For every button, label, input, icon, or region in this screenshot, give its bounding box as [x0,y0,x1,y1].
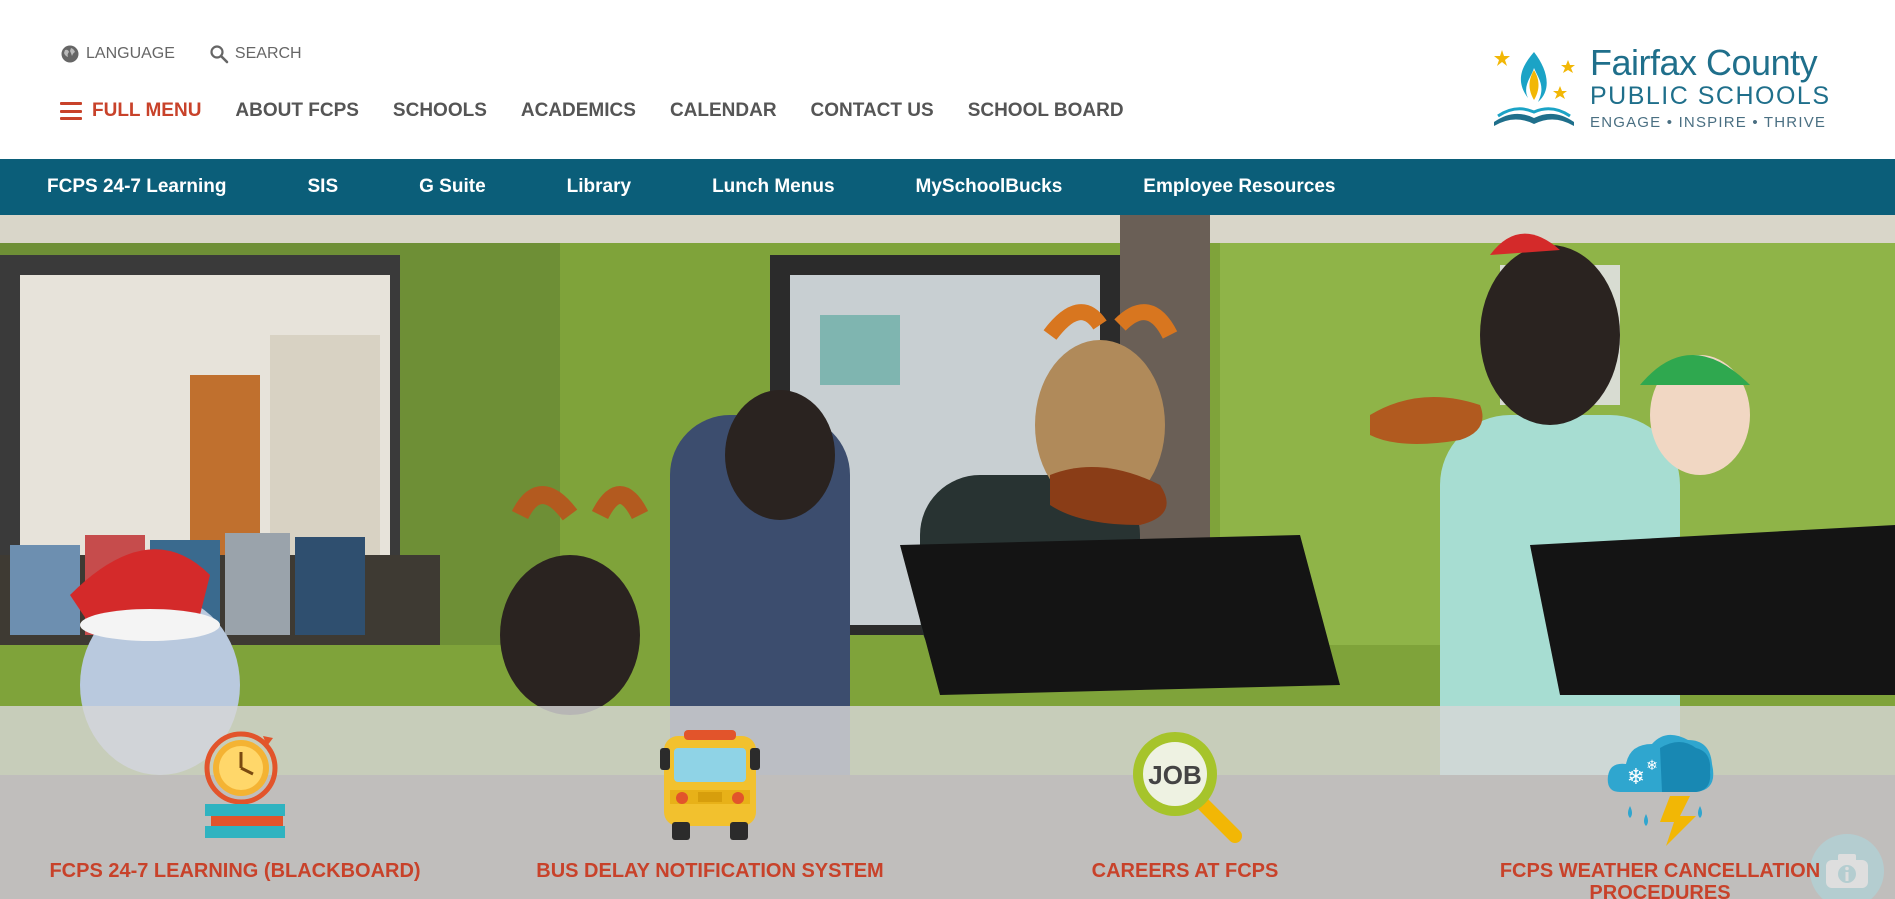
logo-tagline: ENGAGE • INSPIRE • THRIVE [1590,114,1827,131]
nav-contact-us[interactable]: CONTACT US [811,100,934,122]
quick-link-library[interactable]: Library [567,176,631,198]
quick-link-gsuite[interactable]: G Suite [419,176,486,198]
nav-schools[interactable]: SCHOOLS [393,100,487,122]
nav-calendar[interactable]: CALENDAR [670,100,777,122]
school-bus-icon [660,730,760,840]
feature-bus-delay[interactable]: BUS DELAY NOTIFICATION SYSTEM [500,706,920,899]
hamburger-icon [60,102,82,120]
quick-link-sis[interactable]: SIS [308,176,339,198]
weather-icon: ❄ ❄ [1607,734,1714,846]
feature-label: BUS DELAY NOTIFICATION SYSTEM [536,860,884,882]
svg-text:❄: ❄ [1627,765,1645,790]
logo-line1: Fairfax County [1590,42,1818,83]
svg-text:❄: ❄ [1646,758,1658,774]
nav-school-board[interactable]: SCHOOL BOARD [968,100,1124,122]
fcps-logo[interactable]: Fairfax County PUBLIC SCHOOLS ENGAGE • I… [1488,42,1838,134]
feature-weather[interactable]: ❄ ❄ FCPS WEATHER CANCELLATION PROCEDURES [1450,706,1870,899]
logo-line2: PUBLIC SCHOOLS [1590,82,1831,110]
language-label: LANGUAGE [86,45,175,62]
search-icon [210,45,229,64]
search-label: SEARCH [234,45,302,62]
main-nav: FULL MENU ABOUT FCPS SCHOOLS ACADEMICS C… [60,100,1124,122]
quick-links-bar: FCPS 24-7 Learning SIS G Suite Library L… [0,159,1895,215]
feature-careers[interactable]: JOB CAREERS AT FCPS [975,706,1395,899]
utility-nav: LANGUAGE SEARCH [60,44,302,64]
quick-link-employee-resources[interactable]: Employee Resources [1143,176,1335,198]
flame-book-logo-icon [1494,50,1575,126]
job-search-icon: JOB [1133,732,1242,843]
globe-icon [61,45,79,63]
feature-label: FCPS WEATHER CANCELLATION PROCEDURES [1499,860,1821,899]
full-menu-button[interactable]: FULL MENU [60,100,201,122]
full-menu-label: FULL MENU [92,100,202,121]
feature-label: CAREERS AT FCPS [1091,860,1279,882]
svg-text:JOB: JOB [1148,760,1201,790]
feature-links-panel: FCPS 24-7 LEARNING (BLACKBOARD) BUS DELA… [0,706,1895,899]
feature-label: FCPS 24-7 LEARNING (BLACKBOARD) [49,860,421,882]
nav-about-fcps[interactable]: ABOUT FCPS [235,100,359,122]
quick-link-247-learning[interactable]: FCPS 24-7 Learning [47,176,227,198]
clock-books-icon [204,731,285,838]
nav-academics[interactable]: ACADEMICS [521,100,636,122]
site-header: LANGUAGE SEARCH FULL MENU ABOUT FCPS SCH… [0,0,1895,159]
search-button[interactable]: SEARCH [209,44,302,64]
quick-link-lunch-menus[interactable]: Lunch Menus [712,176,834,198]
quick-link-myschoolbucks[interactable]: MySchoolBucks [916,176,1063,198]
language-button[interactable]: LANGUAGE [60,44,175,64]
feature-247-learning[interactable]: FCPS 24-7 LEARNING (BLACKBOARD) [25,706,445,899]
